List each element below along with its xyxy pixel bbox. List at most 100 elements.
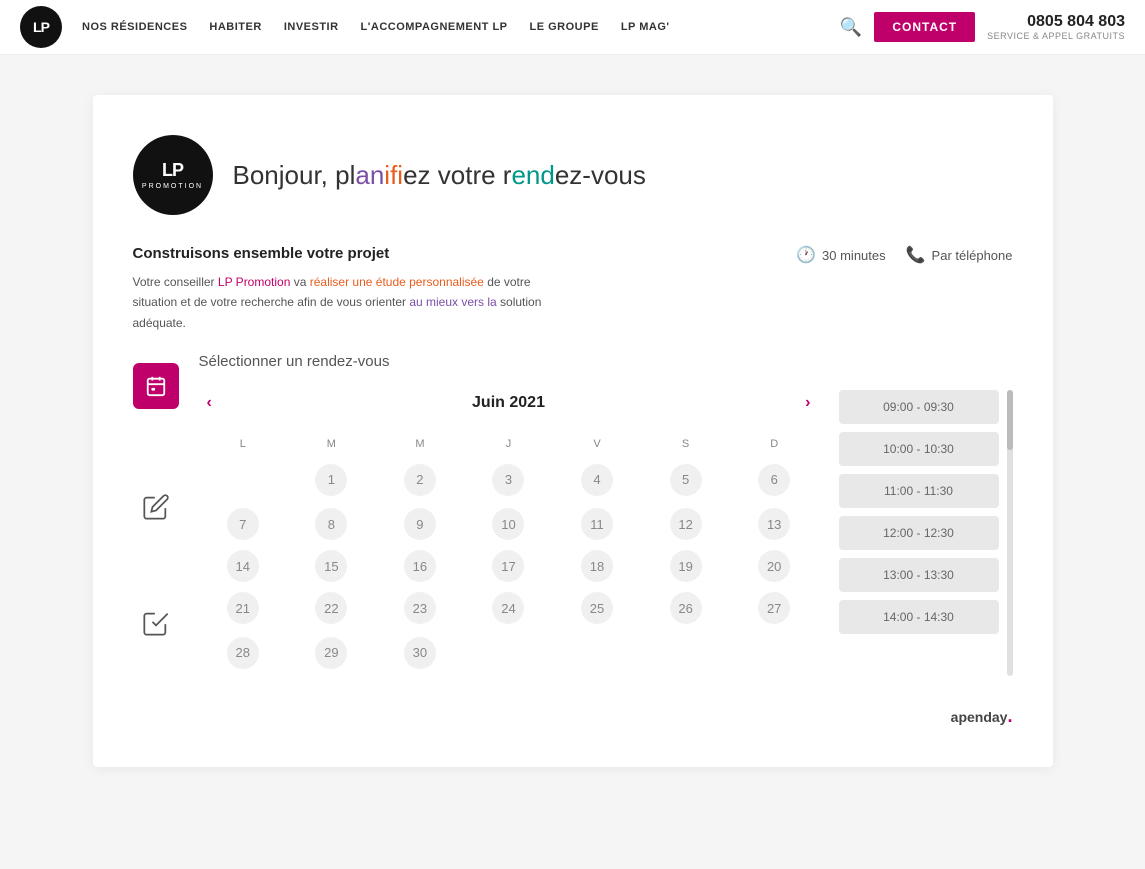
calendar-day[interactable]: 2	[404, 464, 436, 496]
nav-link-investir[interactable]: INVESTIR	[284, 21, 339, 33]
calendar-day-cell: 1	[287, 456, 376, 503]
calendar-day[interactable]: 26	[670, 592, 702, 624]
calendar-day[interactable]: 3	[492, 464, 524, 496]
calendar-week-row: 28 29 30	[199, 629, 819, 676]
nav-right: 🔍 CONTACT 0805 804 803 SERVICE & APPEL G…	[840, 12, 1125, 42]
apenday-brand: apenday	[951, 709, 1008, 725]
time-slots-list: 09:00 - 09:30 10:00 - 10:30 11:00 - 11:30 1…	[839, 390, 999, 676]
prev-month-button[interactable]: ‹	[199, 390, 220, 416]
meta-right: 🕐 30 minutes 📞 Par téléphone	[796, 245, 1012, 265]
calendar-day-cell: 10	[464, 503, 553, 545]
lp-promo-text: PROMOTION	[142, 183, 203, 190]
time-slot-item[interactable]: 10:00 - 10:30	[839, 432, 999, 466]
calendar-day[interactable]: 13	[758, 508, 790, 540]
calendar-day-empty	[758, 634, 790, 666]
calendar-day-cell: 18	[553, 545, 642, 587]
calendar-day[interactable]: 24	[492, 592, 524, 624]
calendar-day[interactable]: 17	[492, 550, 524, 582]
calendar-day[interactable]: 27	[758, 592, 790, 624]
calendar-day-cell: 23	[376, 587, 465, 629]
phone-sub: SERVICE & APPEL GRATUITS	[987, 31, 1125, 41]
calendar-day[interactable]: 20	[758, 550, 790, 582]
calendar-day[interactable]: 7	[227, 508, 259, 540]
calendar-day[interactable]: 1	[315, 464, 347, 496]
time-slot-item[interactable]: 13:00 - 13:30	[839, 558, 999, 592]
calendar-day-cell: 28	[199, 629, 288, 676]
calendar-day[interactable]: 21	[227, 592, 259, 624]
calendar-day-cell: 4	[553, 456, 642, 503]
lp-logo-text: LP	[162, 160, 183, 181]
next-month-button[interactable]: ›	[797, 390, 818, 416]
edit-step-icon	[138, 489, 174, 525]
calendar-day[interactable]: 25	[581, 592, 613, 624]
calendar-day-cell: 6	[730, 456, 819, 503]
meta-row: Construisons ensemble votre projet Votre…	[133, 245, 1013, 333]
calendar-body: 1234567891011121314151617181920212223242…	[199, 456, 819, 676]
calendar-day-cell: 13	[730, 503, 819, 545]
calendar-week-row: 21 22 23 24 25 26 27	[199, 587, 819, 629]
calendar-day[interactable]: 11	[581, 508, 613, 540]
calendar-day[interactable]: 30	[404, 637, 436, 669]
project-title: Construisons ensemble votre projet	[133, 245, 573, 262]
calendar-day-cell: 25	[553, 587, 642, 629]
nav-link-groupe[interactable]: LE GROUPE	[530, 21, 599, 33]
calendar-day-cell: 14	[199, 545, 288, 587]
time-slot-item[interactable]: 12:00 - 12:30	[839, 516, 999, 550]
calendar-week-row: 14 15 16 17 18 19 20	[199, 545, 819, 587]
calendar-day-empty	[227, 461, 259, 493]
calendar-day[interactable]: 6	[758, 464, 790, 496]
calendar-table: L M M J V S D 12345678910111213141516171…	[199, 432, 819, 676]
calendar-day[interactable]: 12	[670, 508, 702, 540]
calendar-day-cell: 19	[641, 545, 730, 587]
time-slot-item[interactable]: 14:00 - 14:30	[839, 600, 999, 634]
calendar-day[interactable]: 23	[404, 592, 436, 624]
time-slot-item[interactable]: 09:00 - 09:30	[839, 390, 999, 424]
calendar-header: ‹ Juin 2021 ›	[199, 390, 819, 416]
scroll-thumb	[1007, 390, 1013, 450]
calendar-day-cell: 30	[376, 629, 465, 676]
edit-icon	[142, 493, 170, 521]
calendar-day[interactable]: 22	[315, 592, 347, 624]
calendar-day[interactable]: 16	[404, 550, 436, 582]
calendar-day-cell: 27	[730, 587, 819, 629]
calendar-day[interactable]: 10	[492, 508, 524, 540]
month-year-label: Juin 2021	[472, 394, 545, 412]
calendar-day[interactable]: 19	[670, 550, 702, 582]
phone-number[interactable]: 0805 804 803	[987, 13, 1125, 31]
nav-logo[interactable]: LP	[20, 6, 62, 48]
calendar-day[interactable]: 4	[581, 464, 613, 496]
apenday-footer: apenday.	[133, 706, 1013, 727]
calendar-day[interactable]: 28	[227, 637, 259, 669]
calendar-day-cell: 9	[376, 503, 465, 545]
calendar-day-cell: 8	[287, 503, 376, 545]
calendar-icon	[145, 375, 167, 397]
calendar-day[interactable]: 8	[315, 508, 347, 540]
contact-button[interactable]: CONTACT	[874, 12, 975, 42]
nav-link-accompagnement[interactable]: L'ACCOMPAGNEMENT LP	[361, 21, 508, 33]
calendar-day[interactable]: 29	[315, 637, 347, 669]
calendar-day-cell: 7	[199, 503, 288, 545]
search-button[interactable]: 🔍	[840, 17, 862, 38]
duration-label: 30 minutes	[822, 248, 886, 263]
calendar-day[interactable]: 9	[404, 508, 436, 540]
calendar-day-empty	[492, 634, 524, 666]
calendar-week-row: 7 8 9 10 11 12 13	[199, 503, 819, 545]
calendar-day[interactable]: 14	[227, 550, 259, 582]
calendar-day[interactable]: 5	[670, 464, 702, 496]
nav-link-habiter[interactable]: HABITER	[209, 21, 261, 33]
calendar-day[interactable]: 15	[315, 550, 347, 582]
project-description: Votre conseiller LP Promotion va réalise…	[133, 272, 573, 333]
calendar-day-cell: 20	[730, 545, 819, 587]
header-section: LP PROMOTION Bonjour, planifiez votre re…	[133, 135, 1013, 215]
scroll-track[interactable]	[1007, 390, 1013, 676]
day-header-M1: M	[287, 432, 376, 456]
calendar-container: ‹ Juin 2021 › L M M J V S	[199, 390, 1013, 676]
section-title: Sélectionner un rendez-vous	[199, 353, 1013, 370]
nav-link-mag[interactable]: LP MAG'	[621, 21, 670, 33]
day-header-J: J	[464, 432, 553, 456]
calendar-day-cell: 3	[464, 456, 553, 503]
time-slot-item[interactable]: 11:00 - 11:30	[839, 474, 999, 508]
nav-link-residences[interactable]: NOS RÉSIDENCES	[82, 21, 187, 33]
phone-icon: 📞	[906, 245, 926, 265]
calendar-day[interactable]: 18	[581, 550, 613, 582]
